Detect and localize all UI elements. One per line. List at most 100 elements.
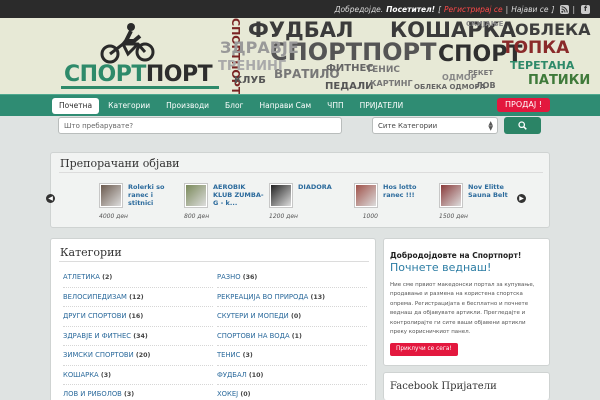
category-name[interactable]: АТЛЕТИКА [63, 273, 100, 281]
category-count: (3) [124, 391, 135, 398]
category-item[interactable]: АТЛЕТИКА (2) [63, 268, 213, 288]
featured-image [441, 185, 461, 206]
featured-item-title[interactable]: Hos lotto ranec !!! [383, 183, 435, 199]
featured-thumbnail[interactable] [269, 183, 293, 208]
featured-item[interactable]: DIADORA 1200 ден [269, 183, 349, 223]
featured-thumbnail[interactable] [354, 183, 378, 208]
featured-item-title[interactable]: AEROBIK KLUB ZUMBA-G - k... [213, 183, 265, 207]
logo-part2: ПОРТ [145, 62, 213, 87]
join-button[interactable]: Приклучи се сега! [390, 343, 458, 356]
sell-button[interactable]: ПРОДАЈ ! [497, 98, 550, 112]
featured-item[interactable]: Hos lotto ranec !!! 1000 [354, 183, 434, 223]
featured-item-price: 800 ден [184, 213, 210, 220]
header-banner: СПОРТПОРТ СПОРТПОРТ ФУДБАЛ КОШАРКА СПОРТ СПО… [0, 18, 600, 94]
category-select[interactable]: Сите Категории ▲ ▼ [372, 117, 498, 134]
category-count: (10) [248, 371, 264, 379]
cloud-word: ТРЕНИНГ [218, 59, 287, 74]
category-name[interactable]: ЗИМСКИ СПОРТОВИ [63, 351, 134, 359]
featured-item-title[interactable]: Nov Elitte Sauna Belt [468, 183, 520, 199]
site-logo[interactable]: СПОРТПОРТ [61, 62, 219, 89]
welcome-subheading: Почнете веднаш! [390, 261, 492, 274]
category-item[interactable]: ЗДРАВЈЕ И ФИТНЕС (34) [63, 327, 213, 346]
login-link[interactable]: Најави се [511, 5, 548, 14]
cloud-word: ФИТНЕС [326, 63, 374, 74]
category-item[interactable]: ДРУГИ СПОРТОВИ (16) [63, 307, 213, 327]
category-name[interactable]: ФУДБАЛ [217, 371, 247, 379]
category-name[interactable]: РЕКРЕАЦИЈА ВО ПРИРОДА [217, 293, 308, 301]
select-arrows-icon: ▲ ▼ [488, 120, 493, 132]
category-count: (3) [242, 352, 253, 359]
welcome-panel: Добродојдовте на Спортпорт! Почнете ведн… [383, 238, 550, 366]
facebook-icon[interactable]: f [581, 4, 590, 14]
category-name[interactable]: ВЕЛОСИПЕДИЗАМ [63, 293, 127, 301]
cloud-word: ПАТИКИ [528, 73, 591, 88]
search-bar: Што пребарувате? Сите Категории ▲ ▼ [50, 116, 550, 142]
category-item[interactable]: ФУДБАЛ (10) [217, 366, 367, 385]
cloud-word: ТЕРЕТАНА [510, 59, 575, 72]
nav-item[interactable]: Производи [159, 98, 216, 114]
categories-panel: Категории АТЛЕТИКА (2) ВЕЛОСИПЕДИЗАМ (12)… [50, 238, 376, 400]
featured-item-price: 1000 [362, 213, 378, 220]
featured-item-price: 4000 ден [99, 213, 128, 220]
cloud-word: ОБЛЕКА [515, 20, 591, 39]
featured-thumbnail[interactable] [184, 183, 208, 208]
category-name[interactable]: КОШАРКА [63, 371, 99, 379]
category-name[interactable]: ТЕНИС [217, 351, 240, 359]
featured-item-title[interactable]: DIADORA [298, 183, 350, 191]
featured-item[interactable]: Nov Elitte Sauna Belt 1500 ден [439, 183, 519, 223]
category-name[interactable]: ЛОВ И РИБОЛОВ [63, 390, 122, 398]
featured-thumbnail[interactable] [99, 183, 123, 208]
category-count: (36) [242, 274, 258, 281]
featured-item-title[interactable]: Rolerki so ranec i stitnici [128, 183, 180, 207]
rss-icon[interactable] [560, 4, 570, 14]
guest-name: Посетител! [386, 4, 436, 14]
category-item[interactable]: ЗИМСКИ СПОРТОВИ (20) [63, 346, 213, 366]
nav-item[interactable]: Почетна [52, 98, 100, 114]
category-name[interactable]: ЗДРАВЈЕ И ФИТНЕС [63, 332, 131, 340]
featured-panel: Препорачани објави ◀ Rolerki so ranec i … [46, 152, 550, 228]
cloud-word: ЗДРАВЈЕ [220, 38, 299, 57]
featured-item[interactable]: AEROBIK KLUB ZUMBA-G - k... 800 ден [184, 183, 264, 223]
category-name[interactable]: РАЗНО [217, 273, 241, 281]
category-item[interactable]: ТЕНИС (3) [217, 346, 367, 366]
featured-thumbnail[interactable] [439, 183, 463, 208]
main-nav: Почетна Категории Производи Блог Направи Сам… [0, 94, 600, 116]
category-item[interactable]: РЕКРЕАЦИЈА ВО ПРИРОДА (13) [217, 288, 367, 307]
nav-item[interactable]: Категории [101, 98, 157, 114]
carousel-prev-icon[interactable]: ◀ [46, 194, 55, 203]
featured-title: Препорачани објави [60, 157, 180, 170]
word-cloud: СПОРТПОРТ ФУДБАЛ КОШАРКА СПОРТ СПОРТПОРТ ОБЛЕ… [218, 18, 600, 94]
category-item[interactable]: КОШАРКА (3) [63, 366, 213, 385]
carousel-next-icon[interactable]: ▶ [517, 194, 526, 203]
category-name[interactable]: ХОКЕЈ [217, 390, 238, 398]
nav-item[interactable]: ПРИЈАТЕЛИ [353, 98, 411, 114]
category-item[interactable]: СКУТЕРИ И МОПЕДИ (0) [217, 307, 367, 327]
category-count: (16) [128, 313, 144, 320]
category-count: (0) [290, 313, 302, 320]
search-input[interactable]: Што пребарувате? [58, 117, 342, 134]
bracket-open: [ [438, 4, 441, 14]
category-name[interactable]: СПОРТОВИ НА ВОДА [217, 332, 290, 340]
category-item[interactable]: ВЕЛОСИПЕДИЗАМ (12) [63, 288, 213, 307]
category-count: (1) [291, 332, 302, 340]
category-name[interactable]: ДРУГИ СПОРТОВИ [63, 312, 127, 320]
categories-left-column: АТЛЕТИКА (2) ВЕЛОСИПЕДИЗАМ (12) ДРУГИ СПОР… [63, 268, 213, 400]
category-item[interactable]: СПОРТОВИ НА ВОДА (1) [217, 327, 367, 346]
featured-item[interactable]: Rolerki so ranec i stitnici 4000 ден [99, 183, 179, 223]
category-item[interactable]: ЛОВ И РИБОЛОВ (3) [63, 385, 213, 400]
categories-right-column: РАЗНО (36) РЕКРЕАЦИЈА ВО ПРИРОДА (13) СКУТ… [217, 268, 367, 400]
category-item[interactable]: РАЗНО (36) [217, 268, 367, 288]
facebook-title: Facebook Пријатели [390, 381, 497, 392]
nav-item[interactable]: ЧПП [320, 98, 350, 114]
category-item[interactable]: ХОКЕЈ (0) [217, 385, 367, 400]
category-name[interactable]: СКУТЕРИ И МОПЕДИ [217, 312, 289, 320]
welcome-text: Добредојде. [334, 4, 384, 14]
nav-item[interactable]: Направи Сам [253, 98, 319, 114]
search-button[interactable] [504, 117, 541, 134]
cloud-word: КЛУБ [234, 75, 266, 86]
welcome-text: Ние сме првиот македонски портал за купу… [390, 282, 535, 336]
category-count: (0) [240, 391, 251, 398]
bike-rider-icon [100, 23, 155, 64]
nav-item[interactable]: Блог [218, 98, 250, 114]
register-link[interactable]: Регистрирај се [444, 5, 503, 14]
